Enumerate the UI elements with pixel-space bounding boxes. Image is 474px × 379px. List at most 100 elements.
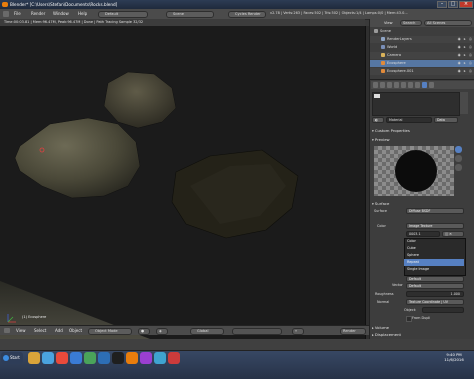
viewport-menu-view[interactable]: View: [16, 328, 26, 333]
layout-selector[interactable]: Default: [98, 10, 148, 18]
taskbar-app-icon[interactable]: [140, 352, 152, 364]
preview-cube-button-icon[interactable]: [455, 155, 462, 162]
outliner-row[interactable]: Ecosphere.001 ◉ ▸ ◎: [370, 68, 474, 75]
start-button[interactable]: Start: [1, 352, 23, 364]
scene-selector[interactable]: Scene: [166, 10, 214, 18]
render-status-bar: Time:00:03.81 | Mem:96.47M, Peak:96.47M …: [0, 19, 365, 26]
timeline-header: [0, 339, 474, 351]
viewport-editor-icon[interactable]: [4, 328, 10, 333]
constraints-tab-icon[interactable]: [408, 82, 413, 88]
outliner-filter-selector[interactable]: All Scenes: [424, 20, 472, 26]
section-preview[interactable]: Preview: [372, 136, 470, 143]
projection-option-cube[interactable]: Cube: [404, 245, 464, 252]
viewport-menu-add[interactable]: Add: [55, 328, 63, 333]
outliner-search-button[interactable]: Search: [400, 20, 422, 26]
taskbar-app-icon[interactable]: [84, 352, 96, 364]
menu-help[interactable]: Help: [78, 11, 87, 16]
taskbar-app-icon[interactable]: [126, 352, 138, 364]
outliner-row[interactable]: Scene: [370, 28, 474, 35]
taskbar-app-icon[interactable]: [112, 352, 124, 364]
visibility-toggle-icon[interactable]: ◉ ▸ ◎: [458, 36, 473, 43]
editor-type-icon[interactable]: [3, 11, 9, 17]
material-slot-list[interactable]: [372, 92, 460, 116]
outliner-row[interactable]: Ecosphere ◉ ▸ ◎: [370, 60, 474, 67]
material-preview: [374, 146, 454, 196]
preview-sphere: [395, 150, 437, 192]
section-custom-properties[interactable]: Custom Properties: [372, 127, 470, 134]
menu-render[interactable]: Render: [31, 11, 45, 16]
world-tab-icon[interactable]: [394, 82, 399, 88]
color-input-field[interactable]: Image Texture: [406, 223, 464, 229]
section-surface[interactable]: Surface: [372, 200, 470, 207]
system-clock[interactable]: 9:40 PM 11/6/2016: [436, 352, 472, 362]
windows-taskbar: Start 9:40 PM 11/6/2016: [0, 339, 474, 379]
window-title: Blender* [C:\Users\Stefan\Documents\Rock…: [10, 2, 118, 7]
mode-selector[interactable]: Object Mode: [88, 327, 132, 335]
image-name-field[interactable]: 0003.1: [406, 231, 440, 237]
shading-selector-icon[interactable]: ●: [138, 327, 150, 335]
taskbar-app-icon[interactable]: [98, 352, 110, 364]
outliner-row[interactable]: Camera ◉ ▸ ◎: [370, 52, 474, 59]
taskbar-app-icon[interactable]: [70, 352, 82, 364]
taskbar-app-icon[interactable]: [28, 352, 40, 364]
viewport-scene[interactable]: [0, 26, 365, 339]
outliner-item-label: Ecosphere: [387, 61, 406, 65]
default-field[interactable]: Default: [406, 276, 464, 282]
section-volume[interactable]: Volume: [372, 324, 470, 331]
visibility-toggle-icon[interactable]: ◉ ▸ ◎: [458, 68, 473, 75]
properties-tabs: [371, 81, 474, 89]
pivot-point-icon[interactable]: ◈: [156, 327, 168, 335]
render-engine-selector[interactable]: Cycles Render: [228, 10, 266, 18]
render-tab-icon[interactable]: [373, 82, 378, 88]
taskbar-app-icon[interactable]: [42, 352, 54, 364]
taskbar-app-icon[interactable]: [154, 352, 166, 364]
outliner-row[interactable]: World ◉ ▸ ◎: [370, 44, 474, 51]
visibility-toggle-icon[interactable]: ◉ ▸ ◎: [458, 60, 473, 67]
render-layers-tab-icon[interactable]: [380, 82, 385, 88]
object-tab-icon[interactable]: [401, 82, 406, 88]
modifiers-tab-icon[interactable]: [415, 82, 420, 88]
menu-file[interactable]: File: [14, 11, 21, 16]
menu-window[interactable]: Window: [53, 11, 69, 16]
taskbar-app-icon[interactable]: [168, 352, 180, 364]
projection-option-color[interactable]: Color: [404, 238, 464, 245]
taskbar-app-icon[interactable]: [56, 352, 68, 364]
visibility-toggle-icon[interactable]: ◉ ▸ ◎: [458, 44, 473, 51]
scene-tab-icon[interactable]: [387, 82, 392, 88]
surface-shader-field[interactable]: Diffuse BSDF: [406, 208, 464, 214]
minimize-button[interactable]: –: [437, 1, 447, 8]
preview-sphere-button-icon[interactable]: [455, 146, 462, 153]
normal-input-field[interactable]: Texture Coordinate | UV: [406, 299, 464, 305]
projection-option-sphere[interactable]: Sphere: [404, 252, 464, 259]
clock-date: 11/6/2016: [444, 357, 464, 362]
transform-orientation-selector[interactable]: Global: [190, 327, 224, 335]
vector-field[interactable]: Default: [406, 283, 464, 289]
outliner-header: View Search All Scenes: [370, 19, 474, 27]
material-name-field[interactable]: Material: [386, 117, 432, 123]
outliner-item-label: RenderLayers: [387, 37, 412, 41]
projection-option-repeat[interactable]: Repeat: [404, 259, 464, 266]
render-preview-button[interactable]: Render: [340, 327, 366, 335]
3d-viewport[interactable]: [0, 26, 365, 339]
outliner-menu-view[interactable]: View: [384, 21, 393, 25]
image-open-button[interactable]: ◫ ✕: [442, 231, 464, 237]
object-field[interactable]: [422, 307, 464, 313]
visibility-toggle-icon[interactable]: ◉ ▸ ◎: [458, 52, 473, 59]
roughness-slider[interactable]: 1.000: [406, 291, 464, 297]
close-button[interactable]: ×: [459, 1, 473, 8]
material-browse-icon[interactable]: ◐: [372, 117, 384, 123]
viewport-menu-select[interactable]: Select: [34, 328, 46, 333]
material-link-selector[interactable]: Data: [434, 117, 458, 123]
outliner-row[interactable]: RenderLayers ◉ ▸ ◎: [370, 36, 474, 43]
section-displacement[interactable]: Displacement: [372, 331, 470, 338]
viewport-menu-object[interactable]: Object: [69, 328, 82, 333]
texture-tab-icon[interactable]: [429, 82, 434, 88]
preview-hair-button-icon[interactable]: [455, 164, 462, 171]
slot-buttons[interactable]: [460, 92, 468, 114]
snap-icon[interactable]: ⌖: [292, 327, 304, 335]
maximize-button[interactable]: □: [448, 1, 458, 8]
scene-stats: v2.78 | Verts:263 | Faces:502 | Tris:502…: [270, 11, 408, 15]
projection-option-single-image[interactable]: Single Image: [404, 266, 464, 273]
material-tab-icon[interactable]: [422, 82, 427, 88]
layer-buttons[interactable]: [232, 327, 282, 335]
